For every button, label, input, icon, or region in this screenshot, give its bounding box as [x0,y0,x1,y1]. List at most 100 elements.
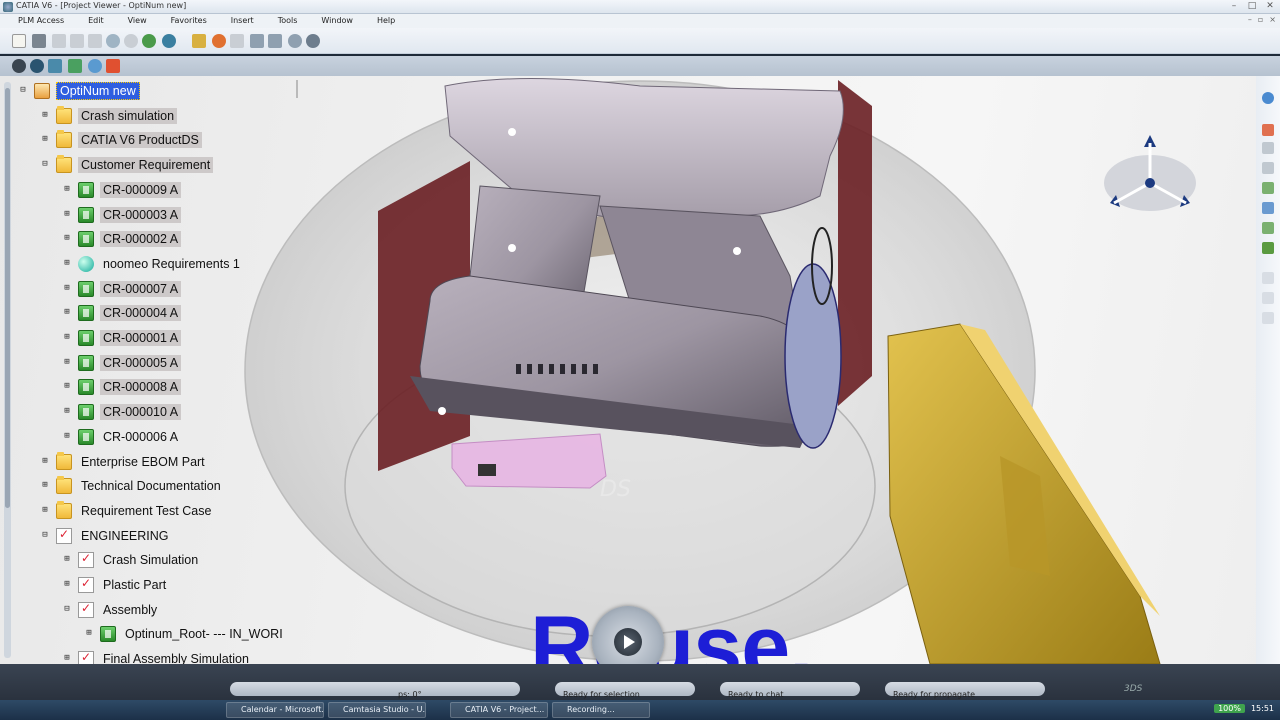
3d-viewport[interactable]: DS ⊟ OptiNum new ⊞ Crash simulation ⊞ CATIA V… [0,76,1280,664]
tree-node-label[interactable]: ENGINEERING [78,528,172,544]
tree-node-label[interactable]: Requirement Test Case [78,503,214,519]
tree-node-label[interactable]: Crash simulation [78,107,178,124]
minimize-button[interactable]: – [1228,1,1240,12]
menu-help[interactable]: Help [377,14,395,28]
tree-node[interactable]: ⊞ Crash Simulation [62,549,201,571]
collapse-icon[interactable]: ⊟ [40,530,50,541]
tree-node[interactable]: ⊞ Enterprise EBOM Part [40,451,208,473]
search-globe-icon[interactable] [30,59,44,73]
pan-icon[interactable] [268,34,282,48]
tree-icon[interactable] [1262,182,1274,194]
menu-window[interactable]: Window [321,14,353,28]
filter-icon[interactable] [1262,142,1274,154]
collapse-icon[interactable]: ⊟ [18,86,28,96]
expand-icon[interactable]: ⊞ [84,629,94,639]
more-icon[interactable] [1262,312,1274,324]
filter-icon[interactable] [48,59,62,73]
report-icon[interactable] [106,59,120,73]
tree-node-label[interactable]: CR-000004 A [100,305,182,322]
tree-node[interactable]: ⊞ CATIA V6 ProductDS [40,129,202,151]
tree-node[interactable]: ⊞ Final Assembly Simulation [62,648,252,664]
navigate-icon[interactable] [12,59,26,73]
expand-icon[interactable]: ⊞ [62,308,72,318]
zoom-area-icon[interactable] [250,34,264,48]
tree-node-label[interactable]: Customer Requirement [78,157,214,174]
expand-icon[interactable]: ⊞ [62,184,72,195]
doc-restore-button[interactable]: ▫ [1258,15,1263,24]
close-button[interactable]: ✕ [1264,1,1276,12]
tree-node-label[interactable]: Enterprise EBOM Part [78,454,208,470]
tree-node-label[interactable]: CR-000002 A [100,231,182,248]
menu-view[interactable]: View [128,14,147,28]
cut-icon[interactable] [88,34,102,48]
tree-node[interactable]: ⊞ CR-000005 A [62,352,182,374]
tree-node[interactable]: ⊞ CR-000006 A [62,426,181,448]
menu-edit[interactable]: Edit [88,14,104,28]
expand-icon[interactable]: ⊞ [62,580,72,590]
tree-node-label[interactable]: CR-000007 A [100,280,182,297]
redo-icon[interactable] [124,34,138,48]
expand-icon[interactable]: ⊞ [62,333,72,343]
properties-icon[interactable] [1262,162,1274,174]
expand-icon[interactable]: ⊞ [40,110,50,121]
expand-icon[interactable]: ⊞ [62,234,72,244]
tree-node-label[interactable]: Optinum_Root- --- IN_WORI [122,626,286,642]
tree-node[interactable]: ⊞ Plastic Part [62,574,169,596]
expand-icon[interactable]: ⊞ [62,357,72,368]
taskbar-calendar[interactable]: Calendar - Microsoft... [226,702,324,718]
expand-tree-icon[interactable] [68,59,82,73]
maximize-button[interactable]: □ [1246,1,1258,12]
user-icon[interactable] [88,59,102,73]
fit-all-icon[interactable] [192,34,206,48]
taskbar-recording[interactable]: Recording... [552,702,650,718]
expand-icon[interactable]: ⊞ [62,431,72,442]
tree-vertical-scrollbar[interactable] [4,82,11,658]
play-icon[interactable] [614,628,642,656]
expand-icon[interactable]: ⊞ [62,407,72,417]
taskbar-catia[interactable]: CATIA V6 - Project... [450,702,548,718]
tree-node[interactable]: ⊞ CR-000007 A [62,278,182,300]
tree-node-label[interactable]: noomeo Requirements 1 [100,256,243,272]
tree-node[interactable]: ⊞ noomeo Requirements 1 [62,253,243,275]
connect-icon[interactable] [1262,202,1274,214]
save-icon[interactable] [52,34,66,48]
collapse-icon[interactable]: ⊟ [62,604,72,615]
taskbar-camtasia[interactable]: Camtasia Studio - U... [328,702,426,718]
doc-minimize-button[interactable]: – [1248,15,1252,24]
select-icon[interactable] [1262,124,1274,136]
expand-icon[interactable]: ⊞ [62,283,72,294]
tree-node[interactable]: ⊟ ENGINEERING [40,525,172,547]
new-icon[interactable] [12,34,26,48]
open-icon[interactable] [32,34,46,48]
tree-node-label[interactable]: CR-000005 A [100,354,182,371]
tree-node-label[interactable]: Assembly [100,602,160,618]
tree-node-label[interactable]: Final Assembly Simulation [100,651,252,664]
edit-icon[interactable] [1262,222,1274,234]
tree-node[interactable]: ⊟ OptiNum new [18,80,140,102]
tree-node[interactable]: ⊞ Requirement Test Case [40,500,214,522]
tree-node[interactable]: ⊞ CR-000003 A [62,204,182,226]
expand-icon[interactable]: ⊞ [62,555,72,565]
expand-icon[interactable]: ⊞ [62,654,72,664]
compass-icon[interactable] [212,34,226,48]
tree-node-label[interactable]: CR-000009 A [100,181,182,198]
tree-node-label[interactable]: Plastic Part [100,577,169,593]
refresh-icon[interactable] [142,34,156,48]
tree-node-label[interactable]: CR-000003 A [100,206,182,223]
menu-tools[interactable]: Tools [278,14,298,28]
tree-node[interactable]: ⊞ CR-000004 A [62,302,182,324]
tree-node[interactable]: ⊞ Technical Documentation [40,475,224,497]
tree-node[interactable]: ⊞ CR-000010 A [62,401,182,423]
tree-node-label[interactable]: CR-000006 A [100,429,181,445]
tree-node[interactable]: ⊞ Crash simulation [40,105,178,127]
scrollbar-thumb[interactable] [5,88,10,508]
tree-node-label[interactable]: Technical Documentation [78,478,224,494]
expand-icon[interactable]: ⊞ [40,456,50,467]
tree-node-label[interactable]: CATIA V6 ProductDS [78,132,202,149]
more-icon[interactable] [1262,292,1274,304]
specification-tree[interactable]: ⊟ OptiNum new ⊞ Crash simulation ⊞ CATIA V6 P… [0,76,300,664]
menu-insert[interactable]: Insert [231,14,254,28]
tree-node-label[interactable]: Crash Simulation [100,552,201,568]
print-icon[interactable] [70,34,84,48]
tree-node[interactable]: ⊞ CR-000009 A [62,179,182,201]
